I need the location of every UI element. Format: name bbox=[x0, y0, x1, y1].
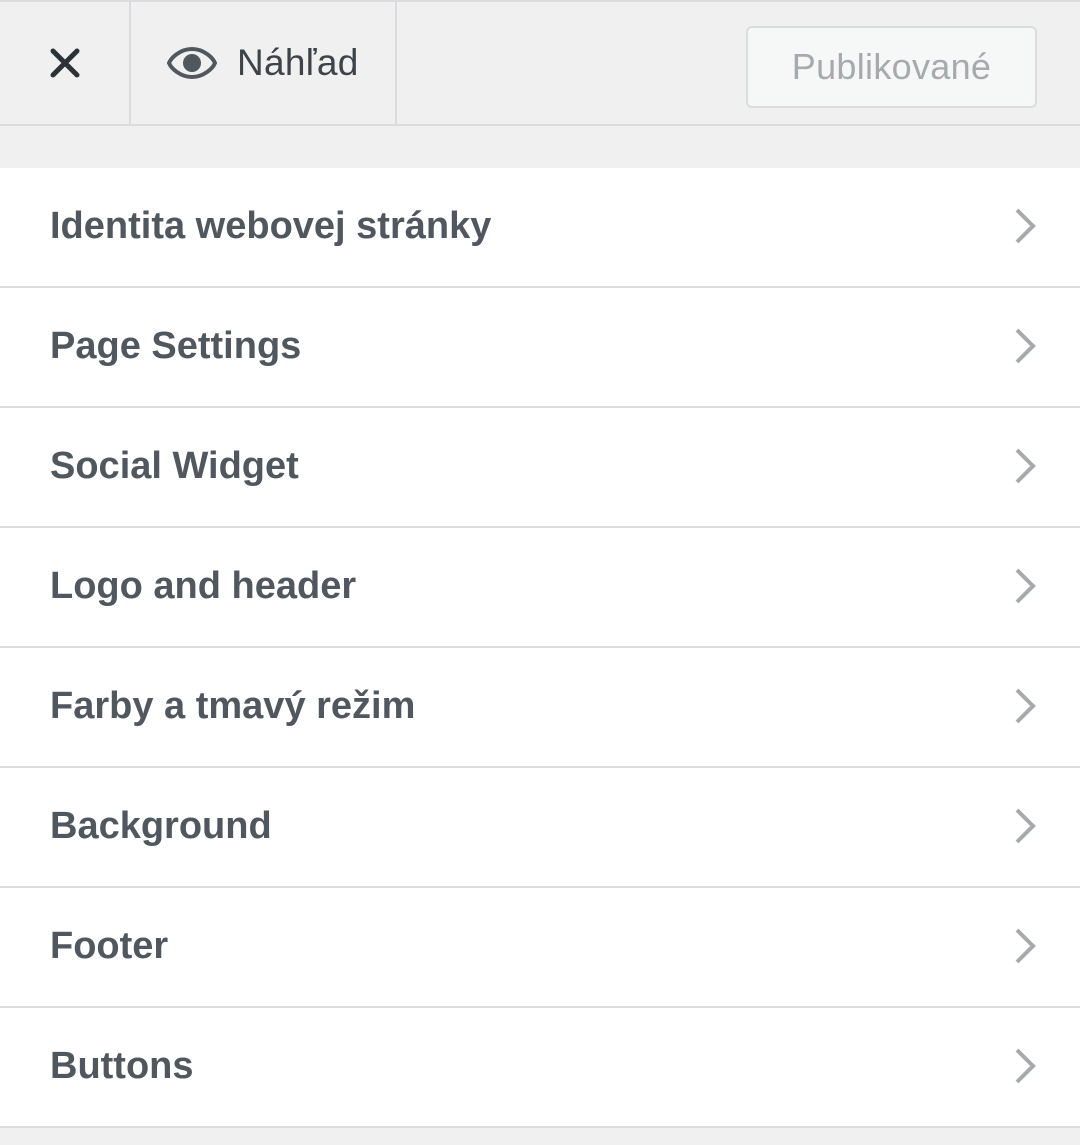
panel-title: Page Settings bbox=[50, 325, 302, 367]
panel-title: Buttons bbox=[50, 1045, 194, 1087]
close-icon bbox=[50, 48, 79, 78]
panel-item-buttons[interactable]: Buttons bbox=[0, 1008, 1080, 1128]
preview-button[interactable]: Náhľad bbox=[131, 2, 397, 124]
panel-item-colors-dark-mode[interactable]: Farby a tmavý režim bbox=[0, 648, 1080, 768]
chevron-right-icon bbox=[1015, 688, 1036, 724]
publish-button[interactable]: Publikované bbox=[746, 26, 1037, 108]
chevron-right-icon bbox=[1015, 208, 1036, 244]
close-button[interactable] bbox=[0, 2, 131, 124]
panel-item-logo-header[interactable]: Logo and header bbox=[0, 528, 1080, 648]
eye-icon bbox=[167, 46, 217, 80]
customizer-panel-list: Identita webovej stránky Page Settings S… bbox=[0, 168, 1080, 1128]
panel-title: Farby a tmavý režim bbox=[50, 685, 416, 727]
panel-item-site-identity[interactable]: Identita webovej stránky bbox=[0, 168, 1080, 288]
panel-title: Social Widget bbox=[50, 445, 299, 487]
chevron-right-icon bbox=[1015, 808, 1036, 844]
panel-item-background[interactable]: Background bbox=[0, 768, 1080, 888]
chevron-right-icon bbox=[1015, 568, 1036, 604]
chevron-right-icon bbox=[1015, 448, 1036, 484]
panel-item-page-settings[interactable]: Page Settings bbox=[0, 288, 1080, 408]
chevron-right-icon bbox=[1015, 328, 1036, 364]
panel-title: Footer bbox=[50, 925, 169, 967]
chevron-right-icon bbox=[1015, 1048, 1036, 1084]
panel-item-footer[interactable]: Footer bbox=[0, 888, 1080, 1008]
panel-item-social-widget[interactable]: Social Widget bbox=[0, 408, 1080, 528]
panel-title: Identita webovej stránky bbox=[50, 205, 492, 247]
panel-title: Background bbox=[50, 805, 272, 847]
panel-title: Logo and header bbox=[50, 565, 357, 607]
preview-label: Náhľad bbox=[237, 42, 359, 83]
customizer-header: Náhľad Publikované bbox=[0, 0, 1080, 126]
chevron-right-icon bbox=[1015, 928, 1036, 964]
